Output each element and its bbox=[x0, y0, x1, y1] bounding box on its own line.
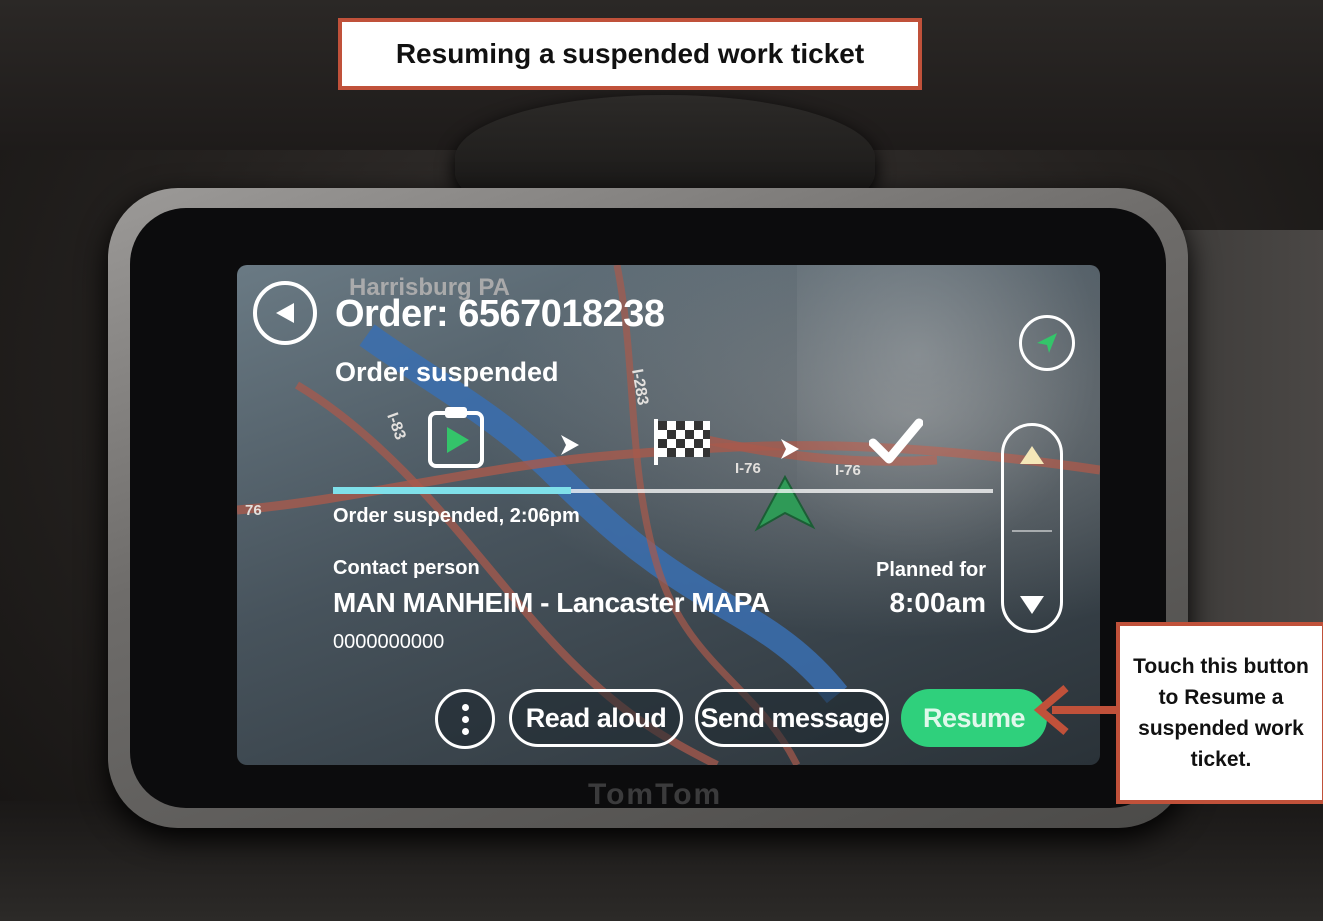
instruction-callout: Touch this button to Resume a suspended … bbox=[1116, 622, 1323, 804]
more-dots-icon bbox=[461, 703, 469, 711]
order-status: Order suspended bbox=[335, 357, 559, 387]
navigation-arrow-icon bbox=[1037, 333, 1057, 353]
checkered-flag-icon bbox=[654, 419, 710, 465]
map-road-label: 76 bbox=[245, 502, 262, 519]
map-road-label: I-76 bbox=[835, 462, 861, 479]
scroll-control bbox=[1001, 423, 1063, 633]
chevron-right-icon bbox=[561, 435, 579, 455]
send-message-button[interactable]: Send message bbox=[695, 689, 889, 747]
more-dots-icon bbox=[461, 715, 469, 723]
title-callout: Resuming a suspended work ticket bbox=[338, 18, 922, 90]
step-complete bbox=[868, 417, 924, 472]
map-road-label: I-83 bbox=[383, 411, 408, 443]
device-brand: TomTom bbox=[588, 778, 723, 811]
progress-fill bbox=[333, 487, 571, 494]
contact-label: Contact person bbox=[333, 557, 480, 579]
chevron-up-icon bbox=[1020, 446, 1044, 464]
scroll-divider bbox=[1012, 530, 1052, 532]
clipboard-play-icon bbox=[428, 407, 484, 468]
vehicle-position-marker bbox=[754, 474, 816, 532]
planned-time: 8:00am bbox=[889, 587, 986, 618]
checkmark-icon bbox=[868, 418, 924, 464]
device-screen: Harrisburg PA I-83 I-283 I-76 I-76 76 Or… bbox=[237, 265, 1100, 765]
planned-label: Planned for bbox=[875, 559, 986, 581]
map-road-label: I-76 bbox=[735, 460, 761, 477]
step-separator bbox=[557, 433, 581, 462]
more-options-button[interactable] bbox=[435, 689, 495, 749]
chevron-down-icon bbox=[1020, 596, 1044, 614]
read-aloud-button[interactable]: Read aloud bbox=[509, 689, 683, 747]
contact-phone: 0000000000 bbox=[333, 631, 445, 653]
chevron-right-icon bbox=[781, 439, 799, 459]
contact-name: MAN MANHEIM - Lancaster MAPA bbox=[333, 587, 770, 618]
callout-arrow-icon bbox=[1033, 684, 1116, 736]
step-separator bbox=[777, 437, 801, 466]
scroll-up-button[interactable] bbox=[1004, 426, 1060, 530]
order-title: Order: 6567018238 bbox=[335, 293, 665, 335]
current-location-button[interactable] bbox=[1019, 315, 1075, 371]
step-destination bbox=[652, 417, 712, 472]
scroll-down-button[interactable] bbox=[1004, 570, 1060, 630]
more-dots-icon bbox=[461, 727, 469, 735]
resume-button[interactable]: Resume bbox=[901, 689, 1047, 747]
step-start bbox=[427, 405, 485, 474]
status-timestamp: Order suspended, 2:06pm bbox=[333, 505, 580, 527]
back-arrow-icon bbox=[276, 303, 294, 323]
back-button[interactable] bbox=[253, 281, 317, 345]
